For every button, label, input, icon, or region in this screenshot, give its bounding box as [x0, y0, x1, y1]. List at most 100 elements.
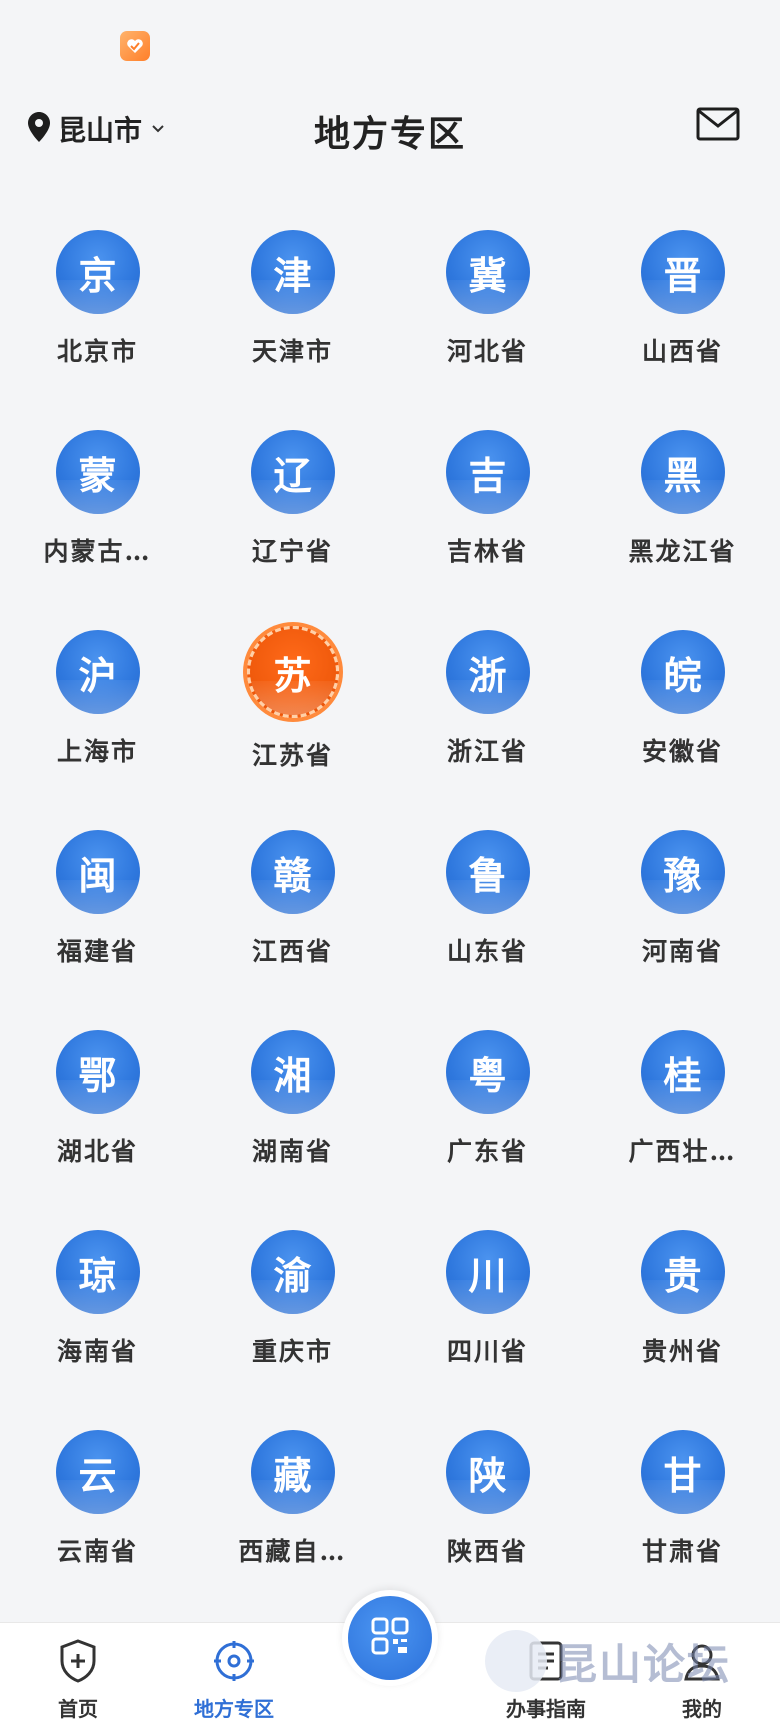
region-item-shanxi[interactable]: 晋 山西省 [585, 215, 780, 415]
shield-plus-icon [58, 1639, 98, 1683]
qr-scan-icon [370, 1616, 410, 1660]
region-label: 安徽省 [641, 737, 723, 766]
region-item-gansu[interactable]: 甘 甘肃省 [585, 1415, 780, 1615]
region-badge-icon: 藏 [250, 1430, 335, 1514]
region-item-jiangsu[interactable]: 苏 江苏省 [195, 615, 390, 815]
region-label: 内蒙古… [43, 537, 152, 566]
region-badge-icon: 云 [55, 1430, 140, 1514]
region-label: 福建省 [56, 937, 138, 966]
tab-mine-label: 我的 [682, 1697, 722, 1721]
region-label: 吉林省 [446, 537, 528, 566]
region-badge-icon: 粤 [445, 1030, 530, 1114]
region-badge-icon: 陕 [445, 1430, 530, 1514]
tab-mine[interactable]: 我的 [642, 1623, 762, 1732]
region-label: 山东省 [446, 937, 528, 966]
region-label: 重庆市 [251, 1337, 333, 1366]
scan-button[interactable] [348, 1596, 432, 1680]
region-label: 海南省 [56, 1337, 138, 1366]
document-icon [528, 1639, 564, 1683]
region-badge-icon: 川 [445, 1230, 530, 1314]
region-item-beijing[interactable]: 京 北京市 [0, 215, 195, 415]
region-item-tianjin[interactable]: 津 天津市 [195, 215, 390, 415]
region-label: 西藏自… [238, 1537, 347, 1566]
region-badge-icon: 湘 [250, 1030, 335, 1114]
region-badge-icon-active: 苏 [246, 626, 339, 718]
region-badge-icon: 闽 [55, 830, 140, 914]
region-item-sichuan[interactable]: 川 四川省 [390, 1215, 585, 1415]
page-title: 地方专区 [313, 113, 466, 155]
target-icon [212, 1639, 256, 1683]
region-item-hunan[interactable]: 湘 湖南省 [195, 1015, 390, 1215]
region-badge-icon: 渝 [250, 1230, 335, 1314]
region-item-shanghai[interactable]: 沪 上海市 [0, 615, 195, 815]
region-item-guangxi[interactable]: 桂 广西壮… [585, 1015, 780, 1215]
region-item-zhejiang[interactable]: 浙 浙江省 [390, 615, 585, 815]
scan-button-ring [342, 1590, 438, 1686]
region-badge-icon: 津 [250, 230, 335, 314]
region-label: 黑龙江省 [628, 537, 737, 566]
notification-app-icon [120, 31, 150, 61]
region-item-anhui[interactable]: 皖 安徽省 [585, 615, 780, 815]
region-badge-icon: 甘 [640, 1430, 725, 1514]
region-badge-icon: 皖 [640, 630, 725, 714]
region-item-chongqing[interactable]: 渝 重庆市 [195, 1215, 390, 1415]
region-item-hubei[interactable]: 鄂 湖北省 [0, 1015, 195, 1215]
region-badge-icon: 豫 [640, 830, 725, 914]
region-label: 辽宁省 [251, 537, 333, 566]
region-label: 上海市 [56, 737, 138, 766]
region-badge-icon: 鄂 [55, 1030, 140, 1114]
region-label: 河南省 [641, 937, 723, 966]
region-badge-icon: 吉 [445, 430, 530, 514]
tab-guide-label: 办事指南 [506, 1697, 586, 1721]
region-item-jiangxi[interactable]: 赣 江西省 [195, 815, 390, 1015]
tab-local[interactable]: 地方专区 [174, 1623, 294, 1732]
region-item-neimenggu[interactable]: 蒙 内蒙古… [0, 415, 195, 615]
region-label: 浙江省 [446, 737, 528, 766]
tab-home[interactable]: 首页 [18, 1623, 138, 1732]
region-item-hebei[interactable]: 冀 河北省 [390, 215, 585, 415]
region-item-xizang[interactable]: 藏 西藏自… [195, 1415, 390, 1615]
region-item-guizhou[interactable]: 贵 贵州省 [585, 1215, 780, 1415]
region-badge-icon: 桂 [640, 1030, 725, 1114]
region-label: 天津市 [251, 337, 333, 366]
region-label: 广东省 [446, 1137, 528, 1166]
region-label: 北京市 [56, 337, 138, 366]
region-badge-icon: 鲁 [445, 830, 530, 914]
mail-icon[interactable] [696, 107, 740, 145]
region-label: 山西省 [641, 337, 723, 366]
region-label: 贵州省 [641, 1337, 723, 1366]
user-icon [682, 1639, 722, 1683]
region-badge-icon: 浙 [445, 630, 530, 714]
region-item-yunnan[interactable]: 云 云南省 [0, 1415, 195, 1615]
region-badge-icon: 蒙 [55, 430, 140, 514]
tab-local-label: 地方专区 [194, 1697, 274, 1721]
region-item-henan[interactable]: 豫 河南省 [585, 815, 780, 1015]
region-item-heilongjiang[interactable]: 黑 黑龙江省 [585, 415, 780, 615]
region-item-jilin[interactable]: 吉 吉林省 [390, 415, 585, 615]
region-item-shaanxi[interactable]: 陕 陕西省 [390, 1415, 585, 1615]
region-item-fujian[interactable]: 闽 福建省 [0, 815, 195, 1015]
region-label: 陕西省 [446, 1537, 528, 1566]
tab-home-label: 首页 [58, 1697, 98, 1721]
region-label: 江西省 [251, 937, 333, 966]
region-badge-icon: 赣 [250, 830, 335, 914]
region-badge-icon: 京 [55, 230, 140, 314]
region-badge-icon: 黑 [640, 430, 725, 514]
region-label: 湖南省 [251, 1137, 333, 1166]
tab-guide[interactable]: 办事指南 [486, 1623, 606, 1732]
region-item-hainan[interactable]: 琼 海南省 [0, 1215, 195, 1415]
region-item-guangdong[interactable]: 粤 广东省 [390, 1015, 585, 1215]
region-label: 湖北省 [56, 1137, 138, 1166]
region-item-liaoning[interactable]: 辽 辽宁省 [195, 415, 390, 615]
region-badge-icon: 贵 [640, 1230, 725, 1314]
region-label: 广西壮… [628, 1137, 737, 1166]
region-label: 四川省 [446, 1337, 528, 1366]
region-badge-icon: 沪 [55, 630, 140, 714]
region-badge-icon: 冀 [445, 230, 530, 314]
header: 昆山市 地方专区 [0, 95, 780, 165]
region-badge-icon: 晋 [640, 230, 725, 314]
region-badge-icon: 辽 [250, 430, 335, 514]
region-label: 江苏省 [251, 741, 333, 770]
region-item-shandong[interactable]: 鲁 山东省 [390, 815, 585, 1015]
region-label: 河北省 [446, 337, 528, 366]
